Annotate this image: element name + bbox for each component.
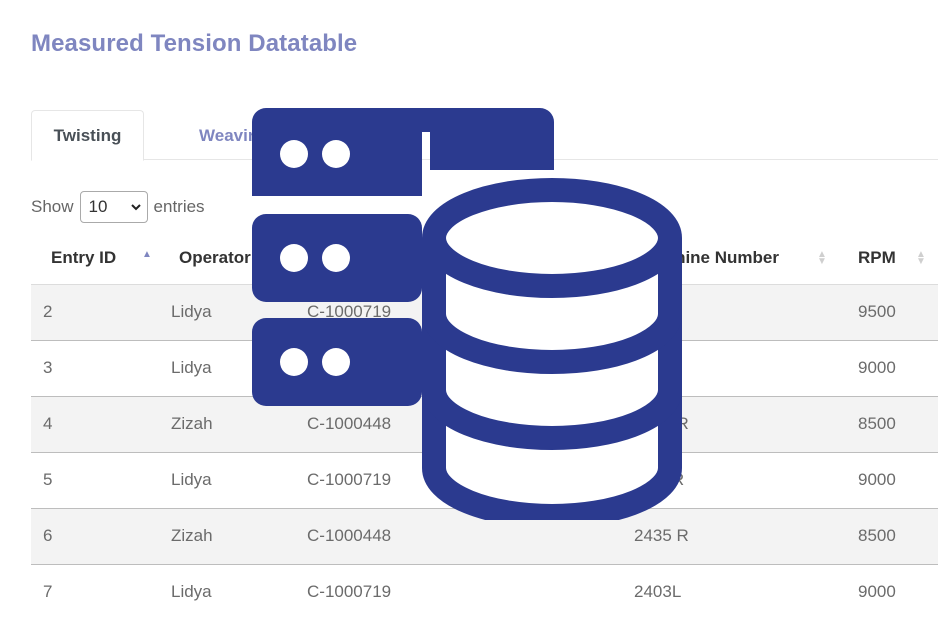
column-header-machine-number[interactable]: Machine Number ▲ ▼ <box>622 232 838 285</box>
table-row[interactable]: 7 Lidya C-1000719 2403L 9000 <box>31 564 938 620</box>
entries-length-control: Show 10 entries <box>31 190 205 224</box>
cell-machine-number: 2435 R <box>622 396 838 453</box>
cell-item-number: C-1000719 <box>295 452 622 509</box>
cell-rpm: 9000 <box>838 452 938 509</box>
cell-machine-number: 2403L <box>634 582 682 602</box>
sort-icon: ▲ <box>142 249 152 260</box>
cell-entry-id: 7 <box>43 582 53 602</box>
cell-item-number: C-1000448 <box>295 508 622 565</box>
cell-rpm: 9000 <box>838 340 938 397</box>
sort-icon: ▲ ▼ <box>916 249 926 267</box>
cell-item-number: C-1000719 <box>307 582 392 602</box>
show-label: Show <box>31 197 74 216</box>
cell-machine-number: 2435 R <box>622 508 838 565</box>
cell-machine-number: 2403L <box>622 284 838 341</box>
column-header-operator[interactable]: Operator ▲ ▼ <box>159 232 295 285</box>
cell-entry-id: 2 <box>31 284 159 341</box>
entries-per-page-select[interactable]: 10 <box>79 191 148 223</box>
table-row[interactable]: 6 Zizah C-1000448 2435 R 8500 <box>31 508 938 565</box>
cell-operator: Lidya <box>159 452 295 509</box>
table-row[interactable]: 5 Lidya C-1000719 2403R 9000 <box>31 452 938 509</box>
column-header-entry-id[interactable]: Entry ID ▲ <box>31 232 159 285</box>
cell-item-number: C-1000719 <box>295 340 622 397</box>
sort-icon: ▲ ▼ <box>601 249 611 267</box>
cell-rpm: 8500 <box>838 396 938 453</box>
cell-operator: Zizah <box>159 508 295 565</box>
tab-twisting[interactable]: Twisting <box>31 110 144 161</box>
cell-entry-id: 4 <box>31 396 159 453</box>
cell-operator: Zizah <box>159 396 295 453</box>
cell-item-number: C-1000719 <box>295 284 622 341</box>
column-header-rpm[interactable]: RPM ▲ ▼ <box>838 232 938 285</box>
cell-operator: Lidya <box>171 582 212 602</box>
cell-rpm: 9500 <box>838 284 938 341</box>
chevron-down-icon <box>130 204 141 211</box>
tab-weaving[interactable]: Weaving <box>199 110 319 161</box>
cell-entry-id: 5 <box>31 452 159 509</box>
cell-entry-id: 3 <box>31 340 159 397</box>
cell-rpm: 8500 <box>838 508 938 565</box>
cell-item-number: C-1000448 <box>295 396 622 453</box>
table-header-row: Entry ID ▲ Operator ▲ ▼ Item Number ▲ ▼ Ma… <box>31 232 938 285</box>
cell-machine-number: 2403R <box>622 452 838 509</box>
entries-per-page-value: 10 <box>88 197 108 216</box>
cell-rpm: 9000 <box>858 582 896 602</box>
table-row[interactable]: 3 Lidya C-1000719 2403L 9000 <box>31 340 938 397</box>
cell-operator: Lidya <box>159 284 295 341</box>
page-title: Measured Tension Datatable <box>31 30 358 57</box>
sort-icon: ▲ ▼ <box>817 249 827 267</box>
table-row[interactable]: 2 Lidya C-1000719 2403L 9500 <box>31 284 938 341</box>
table-row[interactable]: 4 Zizah C-1000448 2435 R 8500 <box>31 396 938 453</box>
page: Measured Tension Datatable Twisting Weav… <box>0 0 938 625</box>
cell-entry-id: 6 <box>31 508 159 565</box>
column-header-item-number[interactable]: Item Number ▲ ▼ <box>295 232 622 285</box>
cell-operator: Lidya <box>159 340 295 397</box>
tab-bar: Twisting Weaving <box>31 110 938 161</box>
tension-table: Entry ID ▲ Operator ▲ ▼ Item Number ▲ ▼ Ma… <box>31 232 938 620</box>
entries-label: entries <box>153 197 205 216</box>
sort-icon: ▲ ▼ <box>277 249 287 267</box>
cell-machine-number: 2403L <box>622 340 838 397</box>
